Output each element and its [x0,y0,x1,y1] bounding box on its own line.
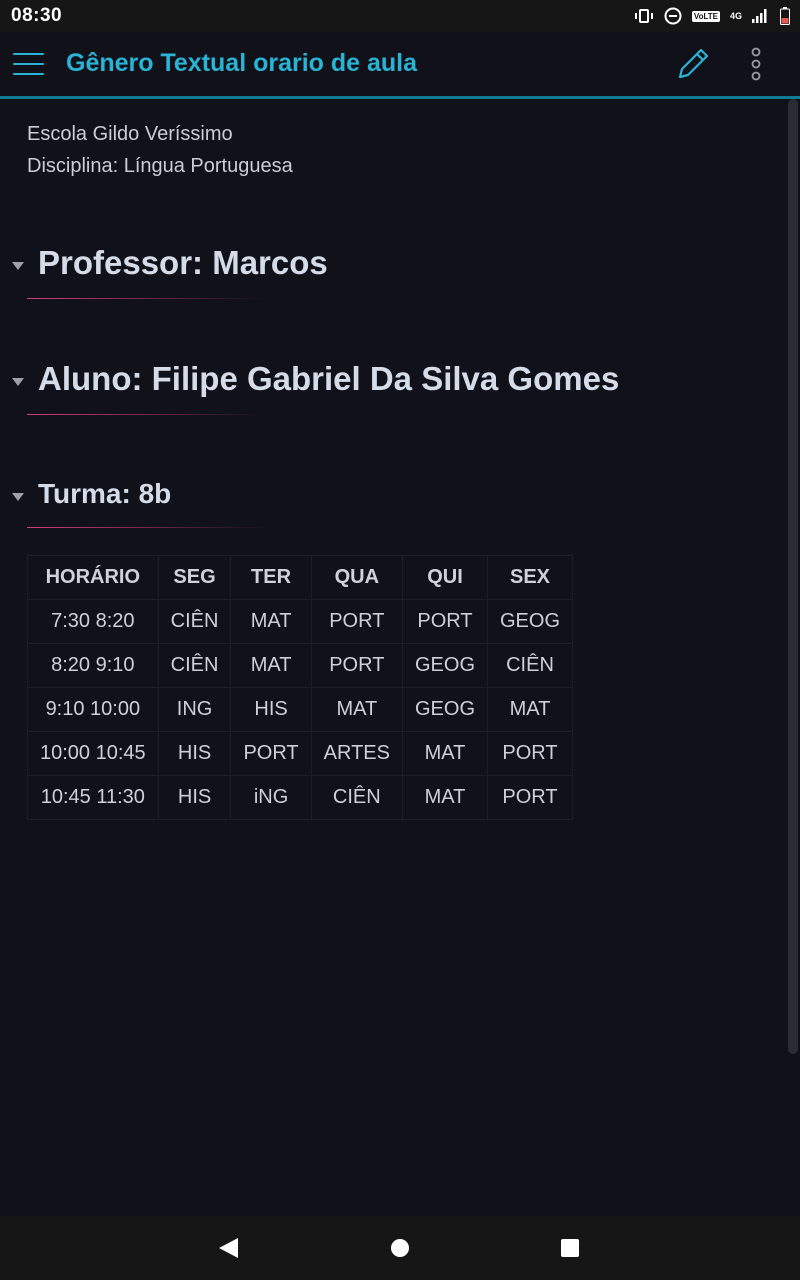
signal-icon [752,9,770,23]
status-time: 08:30 [11,5,63,26]
table-cell: 7:30 8:20 [27,599,159,644]
table-cell: PORT [230,731,312,776]
schedule-table: HORÁRIO SEG TER QUA QUI SEX 7:30 8:20 CI… [27,555,574,820]
collapse-arrow-icon[interactable] [12,493,24,501]
hamburger-menu-icon[interactable] [13,51,45,77]
table-header-cell: QUI [401,555,489,600]
vibrate-icon [634,8,654,24]
home-icon[interactable] [391,1239,409,1257]
table-cell: iNG [230,775,312,820]
table-cell: MAT [486,687,574,732]
table-cell: MAT [310,687,403,732]
app-toolbar: Gênero Textual orario de aula [0,32,800,99]
scrollbar[interactable] [788,99,798,1054]
table-header-cell: SEX [486,555,574,600]
table-cell: CIÊN [157,599,232,644]
table-row: 8:20 9:10 CIÊN MAT PORT GEOG CIÊN [27,643,574,688]
volte-icon: VoLTE [691,10,720,22]
heading-underline [27,298,267,299]
table-row: 7:30 8:20 CIÊN MAT PORT PORT GEOG [27,599,574,644]
table-cell: MAT [401,731,489,776]
table-cell: PORT [310,643,403,688]
page-title: Gênero Textual orario de aula [66,49,418,77]
table-header-cell: TER [230,555,312,600]
table-cell: 8:20 9:10 [27,643,159,688]
table-cell: GEOG [401,643,489,688]
table-row: 10:00 10:45 HIS PORT ARTES MAT PORT [27,731,574,776]
table-cell: PORT [310,599,403,644]
table-header-cell: QUA [310,555,403,600]
table-cell: HIS [157,775,232,820]
table-cell: MAT [401,775,489,820]
table-cell: MAT [230,643,312,688]
heading-professor-text: Professor: Marcos [38,244,328,281]
collapse-arrow-icon[interactable] [12,378,24,386]
table-cell: HIS [230,687,312,732]
table-cell: GEOG [401,687,489,732]
table-cell: 10:45 11:30 [27,775,159,820]
table-row: 9:10 10:00 ING HIS MAT GEOG MAT [27,687,574,732]
network-type: 4G [729,11,742,21]
table-header-cell: SEG [157,555,232,600]
battery-icon [780,7,790,25]
table-header-cell: HORÁRIO [27,555,159,600]
table-cell: PORT [401,599,489,644]
table-cell: CIÊN [157,643,232,688]
system-nav-bar [0,1216,800,1280]
heading-underline [27,414,267,415]
recent-apps-icon[interactable] [561,1239,579,1257]
school-name: Escola Gildo Veríssimo [27,123,233,145]
table-cell: ARTES [310,731,403,776]
table-header-row: HORÁRIO SEG TER QUA QUI SEX [27,555,574,600]
table-cell: MAT [230,599,312,644]
more-vertical-icon[interactable] [742,46,770,82]
subject-line: Disciplina: Língua Portuguesa [27,155,293,177]
do-not-disturb-icon [664,7,682,25]
table-cell: HIS [157,731,232,776]
table-cell: PORT [486,731,574,776]
table-cell: GEOG [486,599,574,644]
table-cell: CIÊN [310,775,403,820]
table-cell: 10:00 10:45 [27,731,159,776]
heading-turma-text: Turma: 8b [38,478,172,509]
back-icon[interactable] [219,1238,238,1258]
table-row: 10:45 11:30 HIS iNG CIÊN MAT PORT [27,775,574,820]
table-cell: 9:10 10:00 [27,687,159,732]
status-bar: 08:30 VoLTE 4G [0,0,800,32]
table-cell: PORT [486,775,574,820]
collapse-arrow-icon[interactable] [12,262,24,270]
table-cell: ING [157,687,232,732]
status-icons: VoLTE 4G [634,6,790,26]
heading-aluno-text: Aluno: Filipe Gabriel Da Silva Gomes [38,360,620,397]
table-cell: CIÊN [486,643,574,688]
pencil-icon[interactable] [674,45,712,83]
heading-underline [27,527,267,528]
